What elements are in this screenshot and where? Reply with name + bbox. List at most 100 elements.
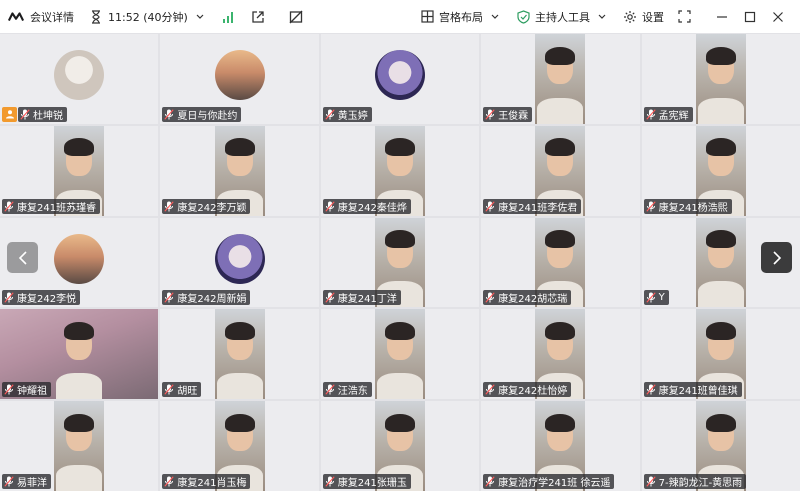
participant-name-label: 康复242李悦 <box>2 290 81 306</box>
mic-muted-icon <box>645 476 656 487</box>
participant-avatar <box>214 233 265 284</box>
mic-muted-icon <box>4 384 14 395</box>
mic-muted-icon <box>325 201 335 212</box>
participant-name-label: 7-辣韵龙江-黄思雨 <box>643 474 747 489</box>
participant-tile[interactable]: 孟宪辉 <box>641 34 800 124</box>
participant-name-label: 康复242周新娟 <box>162 290 251 306</box>
participant-avatar <box>54 50 105 101</box>
participant-tile[interactable]: 易菲洋 <box>0 401 159 491</box>
previous-page-button[interactable] <box>7 242 38 273</box>
mic-muted-icon <box>485 109 495 120</box>
participant-name-label: 康复治疗学241班 徐云遥 <box>483 474 615 489</box>
host-tools-label: 主持人工具 <box>535 10 590 24</box>
participant-name-label: 夏日与你赴约 <box>162 106 242 122</box>
participant-name-label: 康复241张珊玉 <box>322 474 411 489</box>
share-screen-icon[interactable] <box>250 9 266 25</box>
meeting-details-button[interactable]: 会议详情 <box>30 0 74 34</box>
participant-video <box>535 34 586 124</box>
mic-muted-icon <box>645 292 656 303</box>
participant-name-label: 黄玉婷 <box>322 106 372 122</box>
minimize-icon[interactable] <box>714 9 730 25</box>
grid-layout-icon <box>419 9 435 25</box>
meeting-details-label: 会议详情 <box>30 10 74 24</box>
fullscreen-icon[interactable] <box>676 9 692 25</box>
mic-muted-icon <box>4 292 14 303</box>
participant-video <box>214 309 265 400</box>
close-icon[interactable] <box>770 9 786 25</box>
participant-tile[interactable]: 康复242杜怡婷 <box>481 309 640 400</box>
participant-tile[interactable]: 康复241班曾佳琪 <box>641 309 800 400</box>
settings-button[interactable]: 设置 <box>622 0 664 34</box>
mic-muted-icon <box>164 109 175 120</box>
participant-tile[interactable]: 黄玉婷 <box>320 34 480 124</box>
mic-muted-icon <box>485 292 495 303</box>
participant-name: 康复治疗学241班 徐云遥 <box>498 478 611 489</box>
participant-name: 夏日与你赴约 <box>177 110 238 122</box>
maximize-icon[interactable] <box>742 9 758 25</box>
participant-tile[interactable]: 钟耀祖 <box>0 309 159 400</box>
mic-muted-icon <box>485 476 495 487</box>
participant-name-label: 康复241杨浩熙 <box>643 198 732 214</box>
participant-avatar <box>214 50 265 101</box>
participant-name: 杜坤锐 <box>33 110 63 122</box>
mic-muted-icon <box>645 384 656 395</box>
mic-muted-icon <box>485 384 495 395</box>
participant-name: 孟宪辉 <box>658 110 689 122</box>
participant-tile[interactable]: 王俊霖 <box>481 34 640 124</box>
participant-name-label: 胡旺 <box>162 382 202 398</box>
participant-name-label: Y <box>643 290 669 306</box>
participant-tile[interactable]: 康复242胡芯瑞 <box>481 217 640 308</box>
participant-tile[interactable]: 胡旺 <box>160 309 319 400</box>
participant-name: Y <box>658 292 665 304</box>
participant-tile[interactable]: 夏日与你赴约 <box>160 34 319 124</box>
participant-name: 康复241班李佐君 <box>498 202 578 214</box>
participant-tile[interactable]: 康复241杨浩熙 <box>641 125 800 216</box>
host-badge-icon <box>2 106 17 122</box>
meeting-toolbar: 会议详情 11:52 (40分钟) 宫格布局 主持人工具 设置 <box>0 0 800 34</box>
mic-muted-icon <box>325 109 335 120</box>
participant-name: 7-辣韵龙江-黄思雨 <box>658 478 743 489</box>
participant-name: 康复241班苏瑾睿 <box>17 202 97 214</box>
participant-tile[interactable]: 康复241肖玉梅 <box>160 401 319 491</box>
participant-tile[interactable]: 康复241班李佐君 <box>481 125 640 216</box>
participant-tile[interactable]: 7-辣韵龙江-黄思雨 <box>641 401 800 491</box>
participant-name-label: 康复242胡芯瑞 <box>483 290 572 306</box>
participant-name-label: 康复241班李佐君 <box>483 198 582 214</box>
participant-name: 康复242李悦 <box>17 294 77 306</box>
mic-muted-icon <box>485 201 495 212</box>
next-page-button[interactable] <box>761 242 792 273</box>
participant-tile[interactable]: 杜坤锐 <box>0 34 159 124</box>
participant-tile[interactable]: 康复242秦佳烨 <box>320 125 480 216</box>
host-tools-button[interactable]: 主持人工具 <box>515 0 610 34</box>
participant-name-label: 钟耀祖 <box>2 382 51 398</box>
signal-strength-icon[interactable] <box>220 9 236 25</box>
participant-tile[interactable]: 康复治疗学241班 徐云遥 <box>481 401 640 491</box>
participant-tile[interactable]: 康复241丁洋 <box>320 217 480 308</box>
participant-name: 康复241杨浩熙 <box>658 202 728 214</box>
no-image-icon[interactable] <box>288 9 304 25</box>
participant-name-label: 康复241班曾佳琪 <box>643 382 742 398</box>
participant-name: 康复241丁洋 <box>337 294 397 306</box>
participant-tile[interactable]: 康复241张珊玉 <box>320 401 480 491</box>
participant-tile[interactable]: 康复242周新娟 <box>160 217 319 308</box>
mic-muted-icon <box>164 292 175 303</box>
mic-muted-icon <box>20 109 30 120</box>
participant-tile[interactable]: 康复242李万颖 <box>160 125 319 216</box>
mic-muted-icon <box>325 384 335 395</box>
participant-tile[interactable]: 汪浩东 <box>320 309 480 400</box>
hourglass-icon <box>88 9 104 25</box>
mic-muted-icon <box>325 476 335 487</box>
meeting-timer[interactable]: 11:52 (40分钟) <box>88 0 208 34</box>
participant-name: 康复242周新娟 <box>177 294 247 306</box>
participant-name-label: 汪浩东 <box>322 382 372 398</box>
chevron-right-icon <box>769 250 785 266</box>
participant-tile[interactable]: 康复241班苏瑾睿 <box>0 125 159 216</box>
mic-muted-icon <box>325 292 335 303</box>
mic-muted-icon <box>4 201 14 212</box>
participant-name: 胡旺 <box>177 386 198 398</box>
participant-name: 王俊霖 <box>498 110 529 122</box>
meeting-logo-icon <box>8 9 24 25</box>
grid-layout-button[interactable]: 宫格布局 <box>419 0 503 34</box>
mic-muted-icon <box>164 476 175 487</box>
participant-video <box>695 217 746 308</box>
